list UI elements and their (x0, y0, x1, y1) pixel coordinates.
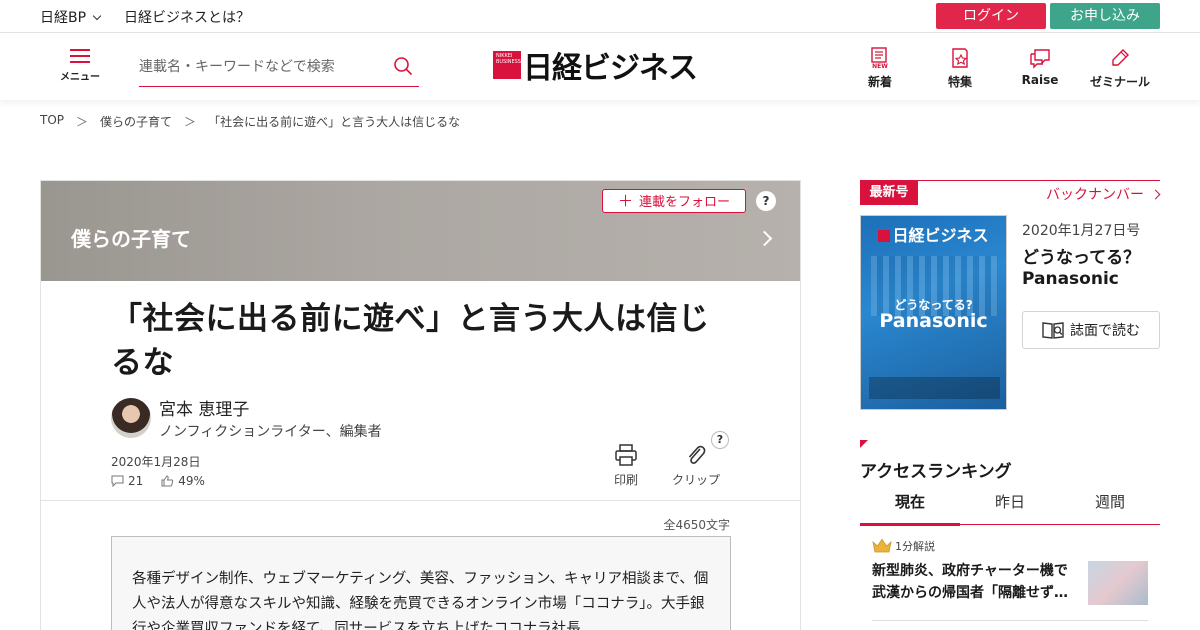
author-block[interactable]: 宮本 恵理子 ノンフィクションライター、編集者 (111, 395, 382, 441)
cover-footer-block (869, 377, 1000, 399)
nikkei-bp-menu[interactable]: 日経BP (40, 7, 102, 27)
nav-feature-label: 特集 (947, 75, 972, 89)
comment-icon (111, 475, 124, 487)
thumbs-up-icon (161, 475, 174, 487)
article-stats: 21 49% (111, 474, 205, 488)
printer-icon (615, 444, 637, 466)
site-header: メニュー NIKKEI BUSINESS 日経ビジネス NEW 新着 特集 (0, 33, 1200, 100)
paperclip-icon (688, 445, 706, 464)
tab-weekly[interactable]: 週間 (1060, 488, 1160, 524)
backnumber-link[interactable]: バックナンバー (1046, 184, 1161, 204)
clip-button[interactable]: クリップ (671, 443, 721, 488)
open-book-icon (1042, 322, 1064, 339)
crown-icon (872, 538, 892, 553)
backnumber-label: バックナンバー (1046, 187, 1144, 203)
cover-brand: Panasonic (879, 310, 988, 332)
ranking-mark (860, 440, 868, 448)
character-count: 全4650文字 (663, 518, 730, 532)
ranking-thumbnail[interactable] (1088, 561, 1148, 605)
search-input[interactable] (139, 53, 379, 81)
logo-mark: NIKKEI BUSINESS (493, 51, 521, 79)
comment-count-value: 21 (128, 474, 144, 488)
about-link[interactable]: 日経ビジネスとは？ (124, 7, 250, 27)
search-icon[interactable] (393, 56, 413, 76)
series-title: 僕らの子育て (71, 227, 191, 251)
tab-now[interactable]: 現在 (860, 488, 960, 526)
nav-new-label: 新着 (867, 75, 892, 89)
nav-raise[interactable]: Raise (1008, 47, 1072, 87)
top-utility-bar: 日経BP 日経ビジネスとは？ ログイン お申し込み (0, 0, 1200, 33)
feature-star-icon (952, 48, 968, 68)
ranking-item-title[interactable]: 新型肺炎、政府チャーター機で武漢からの帰国者「隔離せず… (872, 560, 1072, 604)
divider (41, 500, 800, 501)
cover-logo-text: 日経ビジネス (892, 226, 989, 245)
author-role: ノンフィクションライター、編集者 (159, 424, 382, 440)
issue-title[interactable]: どうなってる？ Panasonic (1022, 248, 1140, 290)
breadcrumb: TOP ＞ 僕らの子育て ＞ 「社会に出る前に遊べ」と言う大人は信じるな (40, 113, 460, 130)
plus-icon: ＋ (617, 192, 633, 210)
hamburger-icon (70, 49, 90, 65)
logo-small-text: NIKKEI BUSINESS (496, 53, 521, 65)
svg-text:NEW: NEW (872, 63, 888, 69)
nav-feature[interactable]: 特集 (928, 47, 992, 90)
publish-date: 2020年1月28日 (111, 455, 201, 469)
cover-logo: 日経ビジネス (861, 222, 1006, 246)
read-in-magazine-button[interactable]: 誌面で読む (1022, 311, 1160, 349)
breadcrumb-series[interactable]: 僕らの子育て (100, 113, 172, 130)
breadcrumb-current: 「社会に出る前に遊べ」と言う大人は信じるな (208, 115, 461, 129)
new-icon: NEW (871, 47, 888, 69)
ranking-divider (872, 620, 1148, 621)
read-button-label: 誌面で読む (1070, 323, 1140, 339)
clip-help-icon[interactable]: ? (711, 431, 729, 449)
issue-title-line1: どうなってる？ (1022, 248, 1141, 268)
breadcrumb-separator: ＞ (184, 115, 197, 129)
like-ratio-value: 49% (178, 474, 205, 488)
issue-date: 2020年1月27日号 (1022, 223, 1141, 239)
clip-label: クリップ (671, 473, 720, 487)
series-banner[interactable]: 僕らの子育て ＋ 連載をフォロー ? (41, 181, 800, 281)
follow-label: 連載をフォロー (639, 195, 731, 210)
author-avatar[interactable] (111, 398, 151, 438)
nav-seminar-label: ゼミナール (1089, 75, 1150, 89)
ranking-badge-label: 1分解説 (895, 540, 935, 553)
site-logo[interactable]: NIKKEI BUSINESS 日経ビジネス (493, 47, 698, 86)
article-headline: 「社会に出る前に遊べ」と言う大人は信じるな (111, 301, 710, 381)
author-name[interactable]: 宮本 恵理子 (159, 395, 382, 420)
nikkei-bp-label: 日経BP (40, 10, 87, 26)
issue-title-line2: Panasonic (1022, 269, 1119, 289)
article-meta: 2020年1月28日 21 49% (111, 453, 205, 488)
pen-icon (1112, 49, 1129, 66)
like-ratio[interactable]: 49% (161, 474, 205, 488)
nav-raise-label: Raise (1021, 73, 1059, 87)
latest-issue-tag: 最新号 (860, 181, 918, 205)
apply-button[interactable]: お申し込み (1050, 3, 1160, 29)
ranking-tabs: 現在 昨日 週間 (860, 488, 1160, 526)
nav-seminar[interactable]: ゼミナール (1088, 47, 1152, 90)
article-card: 僕らの子育て ＋連載をフォロー ? 「社会に出る前に遊べ」と言う大人は信じるな … (40, 180, 801, 630)
print-button[interactable]: 印刷 (601, 443, 651, 488)
print-label: 印刷 (613, 473, 638, 487)
login-button[interactable]: ログイン (936, 3, 1046, 29)
menu-button[interactable]: メニュー (58, 49, 102, 83)
ranking-badge: 1分解説 (872, 538, 1160, 554)
ranking-title: アクセスランキング (860, 462, 1012, 482)
breadcrumb-top[interactable]: TOP (40, 113, 64, 130)
top-links: 日経BP 日経ビジネスとは？ (40, 7, 250, 27)
article-summary: 各種デザイン制作、ウェブマーケティング、美容、ファッション、キャリア相談まで、個… (111, 536, 731, 630)
menu-label: メニュー (60, 72, 100, 83)
chevron-right-icon (1150, 189, 1161, 199)
comment-count[interactable]: 21 (111, 474, 143, 488)
nav-new[interactable]: NEW 新着 (848, 47, 912, 90)
follow-help-icon[interactable]: ? (756, 191, 776, 211)
magazine-cover[interactable]: 日経ビジネス どうなってる? Panasonic (860, 215, 1007, 410)
tab-yesterday[interactable]: 昨日 (960, 488, 1060, 524)
search-box (139, 53, 419, 87)
chevron-right-icon[interactable] (756, 230, 773, 247)
logo-wordmark: 日経ビジネス (523, 51, 698, 86)
follow-series-button[interactable]: ＋ 連載をフォロー (602, 189, 746, 213)
author-info: 宮本 恵理子 ノンフィクションライター、編集者 (159, 395, 382, 441)
chevron-down-icon (92, 11, 102, 20)
chat-icon (1030, 49, 1050, 69)
breadcrumb-separator: ＞ (76, 115, 89, 129)
